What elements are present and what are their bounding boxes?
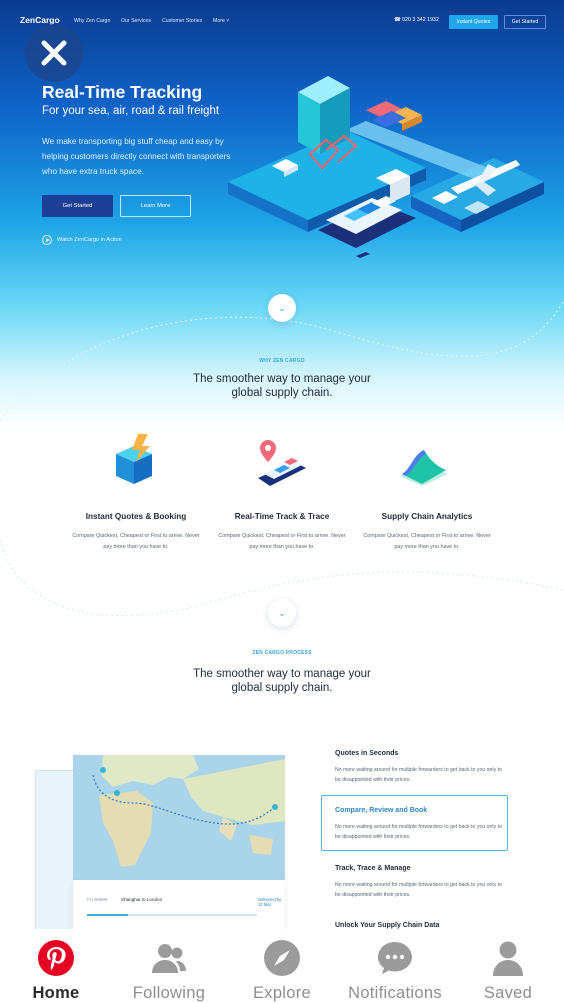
nav-link-stories[interactable]: Customer Stories (162, 18, 202, 24)
step-title: Unlock Your Supply Chain Data (335, 922, 440, 929)
shipment-progress-track (87, 914, 257, 916)
close-button[interactable] (25, 24, 83, 82)
tab-label: Saved (483, 984, 533, 1002)
feature-description: Compare Quickest, Cheapest or First to a… (363, 533, 491, 550)
tab-label: Home (32, 984, 80, 1002)
step-title: Compare, Review and Book (335, 807, 428, 814)
nav-link-more-label: More (213, 18, 225, 24)
feature-title: Real-Time Track & Trace (234, 512, 330, 521)
tab-explore[interactable]: Explore (226, 929, 338, 1003)
tab-home[interactable]: Home (0, 929, 112, 1003)
process-step[interactable]: Compare, Review and Book No more waiting… (335, 807, 505, 842)
scroll-down-button[interactable]: ⌄ (268, 599, 296, 627)
why-eyebrow: WHY ZEN CARGO (259, 358, 305, 364)
isometric-port-illustration (228, 76, 544, 258)
play-icon (42, 235, 52, 245)
feature-title: Instant Quotes & Booking (85, 512, 187, 521)
nav-link-services[interactable]: Our Services (121, 18, 151, 24)
hero-title: Real-Time Tracking (42, 82, 203, 102)
hero-learn-more-button[interactable]: Learn More (120, 195, 191, 217)
shipment-card[interactable]: FU-66896 Shanghai to London Delivered by… (73, 880, 285, 935)
step-description: No more waiting around for multiple forw… (335, 824, 502, 840)
tab-label: Notifications (348, 984, 442, 1002)
close-icon (41, 40, 67, 66)
shipment-progress-fill (87, 914, 128, 916)
hero-description: We make transporting big stuff cheap and… (42, 137, 231, 176)
person-icon (493, 941, 523, 976)
nav-get-started-button[interactable]: Get Started (504, 15, 546, 29)
tab-notifications[interactable]: Notifications (339, 929, 451, 1003)
tab-label: Explore (252, 984, 312, 1002)
phone-number[interactable]: ☎ 020 3 342 1932 (394, 17, 439, 23)
tab-following[interactable]: Following (113, 929, 225, 1003)
people-icon (152, 944, 186, 973)
instant-quotes-button[interactable]: Instant Quotes (449, 15, 498, 29)
tab-label: Following (132, 984, 206, 1002)
phone-text: 020 3 342 1932 (402, 17, 439, 23)
hero-section: ZenCargo Why Zen Cargo Our Services Cust… (0, 0, 564, 430)
world-map[interactable] (73, 755, 285, 880)
why-title: The smoother way to manage your global s… (193, 373, 371, 399)
feature-card: Real-Time Track & Trace Compare Quickest… (214, 512, 350, 553)
watch-video-link[interactable]: Watch ZenCargo in Action (42, 235, 122, 245)
step-title: Track, Trace & Manage (335, 865, 411, 872)
feature-card: Instant Quotes & Booking Compare Quickes… (68, 512, 204, 553)
shipment-route: Shanghai to London (121, 897, 163, 902)
process-step[interactable]: Quotes in Seconds No more waiting around… (335, 750, 505, 785)
ship-location-icon (258, 440, 306, 486)
world-map-graphic (73, 755, 285, 880)
analytics-chart-icon (400, 450, 448, 486)
process-title: The smoother way to manage your global s… (193, 668, 371, 694)
feature-card: Supply Chain Analytics Compare Quickest,… (359, 512, 495, 553)
feature-description: Compare Quickest, Cheapest or First to a… (72, 533, 200, 550)
scroll-down-button[interactable]: ⌄ (268, 294, 296, 322)
step-title: Quotes in Seconds (335, 750, 399, 757)
shipment-map-mockup: FU-66896 Shanghai to London Delivered by… (35, 755, 287, 935)
process-eyebrow: ZEN CARGO PROCESS (252, 650, 312, 656)
chevron-down-icon: ⌄ (278, 608, 286, 618)
phone-icon: ☎ (394, 17, 401, 23)
chevron-down-icon: ˅ (226, 18, 230, 24)
box-bolt-icon (116, 434, 152, 484)
nav-link-more[interactable]: More ˅ (213, 18, 229, 24)
tab-saved[interactable]: Saved (452, 929, 564, 1003)
pinterest-icon (38, 940, 74, 976)
compass-icon (264, 940, 300, 976)
step-description: No more waiting around for multiple forw… (335, 767, 502, 783)
hero-subtitle: For your sea, air, road & rail freight (42, 105, 220, 117)
chat-icon (378, 942, 412, 974)
chevron-down-icon: ⌄ (278, 303, 286, 313)
bottom-tab-bar: Home Following Explore Notifications Sav… (0, 929, 564, 1003)
feature-description: Compare Quickest, Cheapest or First to a… (218, 533, 346, 550)
feature-title: Supply Chain Analytics (381, 512, 473, 521)
shipment-id: FU-66896 (87, 897, 108, 902)
process-step[interactable]: Track, Trace & Manage No more waiting ar… (335, 865, 505, 900)
top-nav: ZenCargo Why Zen Cargo Our Services Cust… (0, 10, 564, 34)
hero-get-started-button[interactable]: Get Started (42, 195, 113, 217)
map-back-card (35, 770, 75, 930)
shipment-delivery: Delivered by 12 Mar (258, 897, 282, 907)
step-description: No more waiting around for multiple forw… (335, 882, 502, 898)
watch-video-label: Watch ZenCargo in Action (57, 237, 122, 243)
